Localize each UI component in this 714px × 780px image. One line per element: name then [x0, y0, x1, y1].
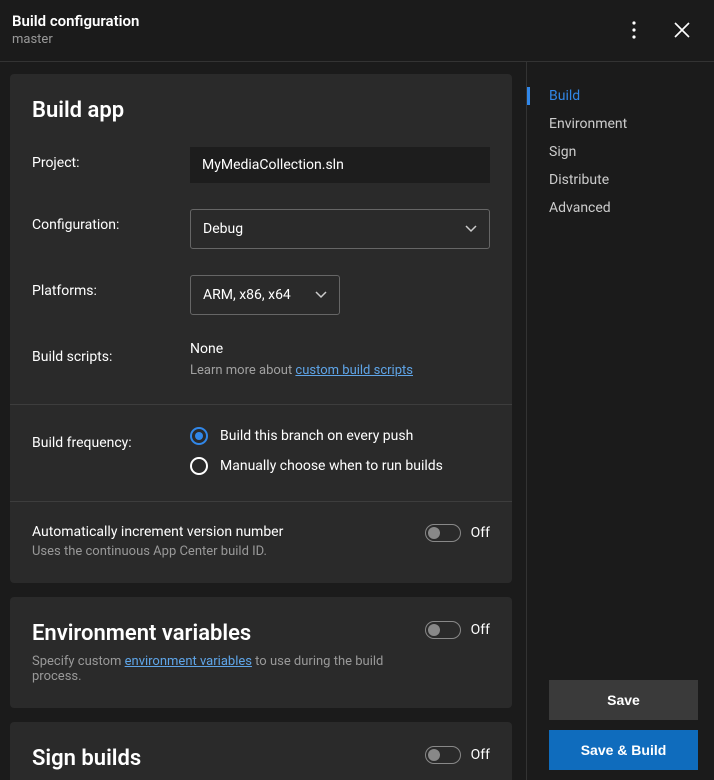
platforms-field-wrap: ARM, x86, x64 [190, 275, 490, 315]
page-title: Build configuration [12, 12, 139, 30]
build-app-title: Build app [32, 98, 490, 123]
header-left: Build configuration master [12, 12, 139, 47]
env-toggle-state: Off [471, 622, 490, 638]
auto-increment-sub: Uses the continuous App Center build ID. [32, 544, 412, 559]
configuration-select[interactable]: Debug [190, 209, 490, 249]
configuration-label: Configuration: [32, 209, 190, 233]
frequency-every-push-label: Build this branch on every push [220, 428, 413, 444]
sign-toggle-control: Off [425, 746, 490, 764]
sign-toggle[interactable] [425, 746, 461, 764]
header-actions [622, 18, 694, 42]
env-sub: Specify custom environment variables to … [32, 654, 412, 684]
build-scripts-label: Build scripts: [32, 341, 190, 365]
auto-increment-title: Automatically increment version number [32, 524, 425, 540]
platforms-label: Platforms: [32, 275, 190, 299]
project-input[interactable]: MyMediaCollection.sln [190, 147, 490, 183]
build-app-card: Build app Project: MyMediaCollection.sln… [10, 74, 512, 583]
env-head-left: Environment variables Specify custom env… [32, 621, 425, 684]
project-field-wrap: MyMediaCollection.sln [190, 147, 490, 183]
main-panel: Build app Project: MyMediaCollection.sln… [0, 62, 526, 780]
chevron-down-icon [315, 287, 327, 303]
nav-item-distribute-label: Distribute [549, 172, 609, 188]
project-row: Project: MyMediaCollection.sln [32, 147, 490, 183]
nav: Build Environment Sign Distribute Advanc… [527, 62, 714, 222]
frequency-manual-label: Manually choose when to run builds [220, 458, 443, 474]
configuration-value: Debug [203, 221, 243, 237]
env-sub-prefix: Specify custom [32, 654, 125, 669]
build-scripts-help: Learn more about custom build scripts [190, 363, 490, 378]
nav-item-advanced[interactable]: Advanced [527, 194, 714, 222]
build-frequency-label: Build frequency: [32, 427, 190, 451]
sign-title: Sign builds [32, 746, 425, 771]
sign-head: Sign builds Off [32, 746, 490, 771]
nav-item-distribute[interactable]: Distribute [527, 166, 714, 194]
sign-toggle-state: Off [471, 747, 490, 763]
project-label: Project: [32, 147, 190, 171]
auto-increment-row: Automatically increment version number U… [32, 524, 490, 559]
radio-checked-icon [190, 427, 208, 445]
close-icon [674, 22, 690, 38]
build-frequency-row: Build frequency: Build this branch on ev… [32, 427, 490, 475]
chevron-down-icon [465, 221, 477, 237]
env-head: Environment variables Specify custom env… [32, 621, 490, 684]
auto-increment-toggle[interactable] [425, 524, 461, 542]
nav-item-advanced-label: Advanced [549, 200, 611, 216]
auto-increment-control: Off [425, 524, 490, 542]
side-panel: Build Environment Sign Distribute Advanc… [526, 62, 714, 780]
configuration-row: Configuration: Debug [32, 209, 490, 249]
env-toggle-control: Off [425, 621, 490, 639]
nav-item-build-label: Build [549, 88, 580, 104]
frequency-radio-every-push[interactable]: Build this branch on every push [190, 427, 490, 445]
divider [10, 501, 512, 502]
env-toggle[interactable] [425, 621, 461, 639]
divider [10, 404, 512, 405]
side-actions: Save Save & Build [549, 680, 698, 770]
configuration-field-wrap: Debug [190, 209, 490, 249]
nav-item-environment-label: Environment [549, 116, 627, 132]
platforms-value: ARM, x86, x64 [203, 287, 291, 303]
nav-item-sign-label: Sign [549, 144, 576, 160]
auto-increment-state: Off [471, 525, 490, 541]
save-and-build-button[interactable]: Save & Build [549, 730, 698, 770]
nav-item-environment[interactable]: Environment [527, 110, 714, 138]
env-vars-card: Environment variables Specify custom env… [10, 597, 512, 708]
close-button[interactable] [670, 18, 694, 42]
build-frequency-field: Build this branch on every push Manually… [190, 427, 490, 475]
auto-increment-text: Automatically increment version number U… [32, 524, 425, 559]
build-scripts-help-prefix: Learn more about [190, 363, 295, 378]
build-scripts-row: Build scripts: None Learn more about cus… [32, 341, 490, 378]
custom-build-scripts-link[interactable]: custom build scripts [295, 363, 413, 378]
radio-unchecked-icon [190, 457, 208, 475]
env-title: Environment variables [32, 621, 425, 646]
frequency-radio-manual[interactable]: Manually choose when to run builds [190, 457, 490, 475]
sign-head-left: Sign builds [32, 746, 425, 771]
build-scripts-field: None Learn more about custom build scrip… [190, 341, 490, 378]
content: Build app Project: MyMediaCollection.sln… [0, 62, 714, 780]
platforms-row: Platforms: ARM, x86, x64 [32, 275, 490, 315]
header: Build configuration master [0, 0, 714, 62]
nav-item-sign[interactable]: Sign [527, 138, 714, 166]
nav-item-build[interactable]: Build [527, 82, 714, 110]
platforms-select[interactable]: ARM, x86, x64 [190, 275, 340, 315]
more-vertical-icon [632, 21, 636, 39]
branch-name: master [12, 32, 139, 47]
build-scripts-value: None [190, 341, 490, 357]
save-button[interactable]: Save [549, 680, 698, 720]
env-vars-link[interactable]: environment variables [125, 654, 252, 669]
sign-builds-card: Sign builds Off [10, 722, 512, 780]
more-options-button[interactable] [622, 18, 646, 42]
